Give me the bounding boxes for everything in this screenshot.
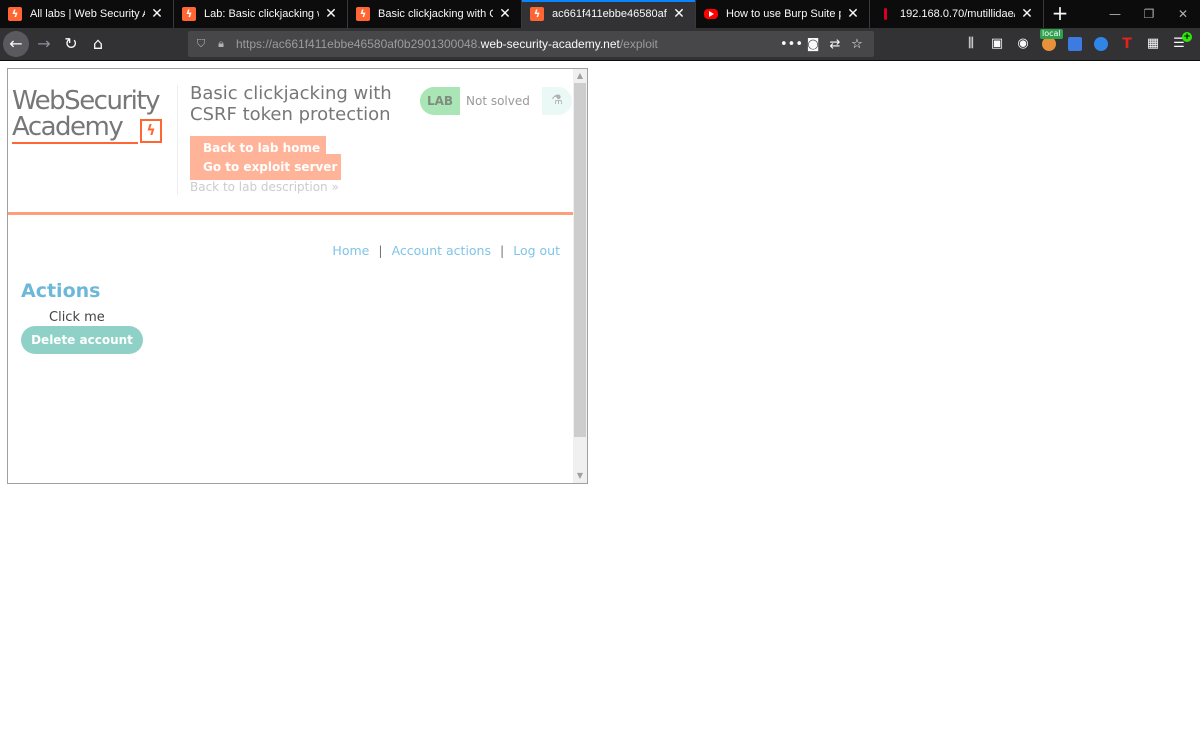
local-badge: local <box>1040 29 1063 39</box>
lock-icon[interactable]: 🔒︎ <box>214 37 228 51</box>
url-host: web-security-academy.net <box>480 37 620 51</box>
tab-title: How to use Burp Suite projects <box>726 8 841 20</box>
reload-icon[interactable]: ↻ <box>58 31 84 57</box>
new-tab-button[interactable]: + <box>1048 0 1072 28</box>
pocket-icon[interactable]: ◙ <box>802 37 824 52</box>
toolbar-right: ⫼ ▣ ◉ local T ▦ ☰ + <box>958 28 1192 60</box>
go-to-exploit-server-button[interactable]: Go to exploit server <box>190 154 341 180</box>
tab-strip: ϟ All labs | Web Security Academy ✕ ϟ La… <box>0 0 1200 28</box>
lightning-bolt-icon: ϟ <box>140 119 162 143</box>
star-icon[interactable]: ☆ <box>846 37 868 52</box>
close-icon[interactable]: ✕ <box>671 6 687 22</box>
library-icon[interactable]: ⫼ <box>958 31 984 57</box>
window-close-button[interactable]: ✕ <box>1166 0 1200 28</box>
nav-home-link[interactable]: Home <box>332 243 369 258</box>
tab-title: Basic clickjacking with CSRF <box>378 8 493 20</box>
restore-button[interactable]: ❐ <box>1132 0 1166 28</box>
window-controls: — ❐ ✕ <box>1098 0 1200 28</box>
nav-separator: | <box>378 243 383 258</box>
tab-title: 192.168.0.70/mutillidae/ <box>900 8 1015 20</box>
thermometer-icon <box>878 7 892 21</box>
browser-tab[interactable]: How to use Burp Suite projects ✕ <box>696 0 870 28</box>
close-icon[interactable]: ✕ <box>845 6 861 22</box>
foxyproxy-icon[interactable]: local <box>1036 29 1063 57</box>
translate-icon[interactable]: ⇄ <box>824 37 846 52</box>
lab-title: Basic clickjacking with CSRF token prote… <box>190 83 392 125</box>
tab-title: All labs | Web Security Academy <box>30 8 145 20</box>
browser-tab[interactable]: ϟ Basic clickjacking with CSRF ✕ <box>348 0 522 28</box>
logo-underline <box>12 142 138 144</box>
close-icon[interactable]: ✕ <box>323 6 339 22</box>
browser-tab[interactable]: ϟ Lab: Basic clickjacking with CSRF ✕ <box>174 0 348 28</box>
browser-tab[interactable]: ϟ All labs | Web Security Academy ✕ <box>0 0 174 28</box>
browser-tab[interactable]: 192.168.0.70/mutillidae/ ✕ <box>870 0 1044 28</box>
actions-heading: Actions <box>21 280 101 302</box>
navigation-toolbar: ← → ↻ ⌂ ⛉ 🔒︎ https://ac661f411ebbe46580a… <box>0 28 1200 60</box>
multi-account-icon[interactable] <box>1088 31 1114 57</box>
url-bar[interactable]: ⛉ 🔒︎ https://ac661f411ebbe46580af0b29013… <box>188 31 874 57</box>
lab-status-text: Not solved <box>460 87 542 115</box>
forward-arrow-icon[interactable]: → <box>31 31 57 57</box>
delete-account-button[interactable]: Delete account <box>21 326 143 354</box>
close-icon[interactable]: ✕ <box>149 6 165 22</box>
url-actions: ••• ◙ ⇄ ☆ <box>780 31 868 57</box>
close-icon[interactable]: ✕ <box>1019 6 1035 22</box>
header-divider <box>177 85 178 195</box>
click-me-decoy[interactable]: Click me <box>49 310 105 325</box>
page-content: WebSecurity Academy ϟ Basic clickjacking… <box>0 61 1200 750</box>
nav-account-actions-link[interactable]: Account actions <box>392 243 491 258</box>
container-icon[interactable] <box>1062 31 1088 57</box>
shield-icon[interactable]: ⛉ <box>194 37 208 51</box>
account-icon[interactable]: ◉ <box>1010 31 1036 57</box>
more-icon[interactable]: ••• <box>780 37 803 52</box>
scrollbar-thumb[interactable] <box>574 83 586 437</box>
update-icon: + <box>1182 32 1192 42</box>
nav-logout-link[interactable]: Log out <box>513 243 560 258</box>
lab-status-label: LAB <box>420 87 460 115</box>
iframe-scrollbar[interactable]: ▲ ▼ <box>573 69 587 483</box>
minimize-button[interactable]: — <box>1098 0 1132 28</box>
scroll-up-icon[interactable]: ▲ <box>573 69 587 83</box>
exploit-iframe[interactable]: WebSecurity Academy ϟ Basic clickjacking… <box>7 68 588 484</box>
youtube-icon <box>704 9 718 19</box>
flask-icon: ⚗ <box>551 93 563 108</box>
tab-title: Lab: Basic clickjacking with CSRF <box>204 8 319 20</box>
browser-tab-active[interactable]: ϟ ac661f411ebbe46580af0b2901300048 ✕ <box>522 0 696 28</box>
url-path: /exploit <box>619 37 658 51</box>
wsa-icon: ϟ <box>356 7 370 21</box>
lab-header: WebSecurity Academy ϟ Basic clickjacking… <box>8 69 574 215</box>
t-extension-icon[interactable]: T <box>1114 31 1140 57</box>
back-to-lab-description-link[interactable]: Back to lab description » <box>190 180 339 194</box>
extensions-grid-icon[interactable]: ▦ <box>1140 31 1166 57</box>
hamburger-menu-icon[interactable]: ☰ + <box>1166 31 1192 57</box>
wsa-icon: ϟ <box>530 7 544 21</box>
sidebar-icon[interactable]: ▣ <box>984 31 1010 57</box>
logo-text-line1: WebSecurity <box>12 86 160 116</box>
scroll-down-icon[interactable]: ▼ <box>573 469 587 483</box>
lab-status-widget: LAB Not solved ⚗ <box>420 87 572 115</box>
logo-text-line2: Academy <box>12 112 124 142</box>
wsa-icon: ϟ <box>8 7 22 21</box>
nav-separator: | <box>500 243 505 258</box>
wsa-icon: ϟ <box>182 7 196 21</box>
tab-title: ac661f411ebbe46580af0b2901300048 <box>552 8 667 20</box>
back-arrow-icon[interactable]: ← <box>3 31 29 57</box>
home-icon[interactable]: ⌂ <box>85 31 111 57</box>
url-prefix: https://ac661f411ebbe46580af0b2901300048… <box>236 37 481 51</box>
url-text[interactable]: https://ac661f411ebbe46580af0b2901300048… <box>236 37 658 51</box>
site-nav: Home | Account actions | Log out <box>332 243 560 258</box>
close-icon[interactable]: ✕ <box>497 6 513 22</box>
web-security-academy-logo[interactable]: WebSecurity Academy ϟ <box>12 87 176 147</box>
